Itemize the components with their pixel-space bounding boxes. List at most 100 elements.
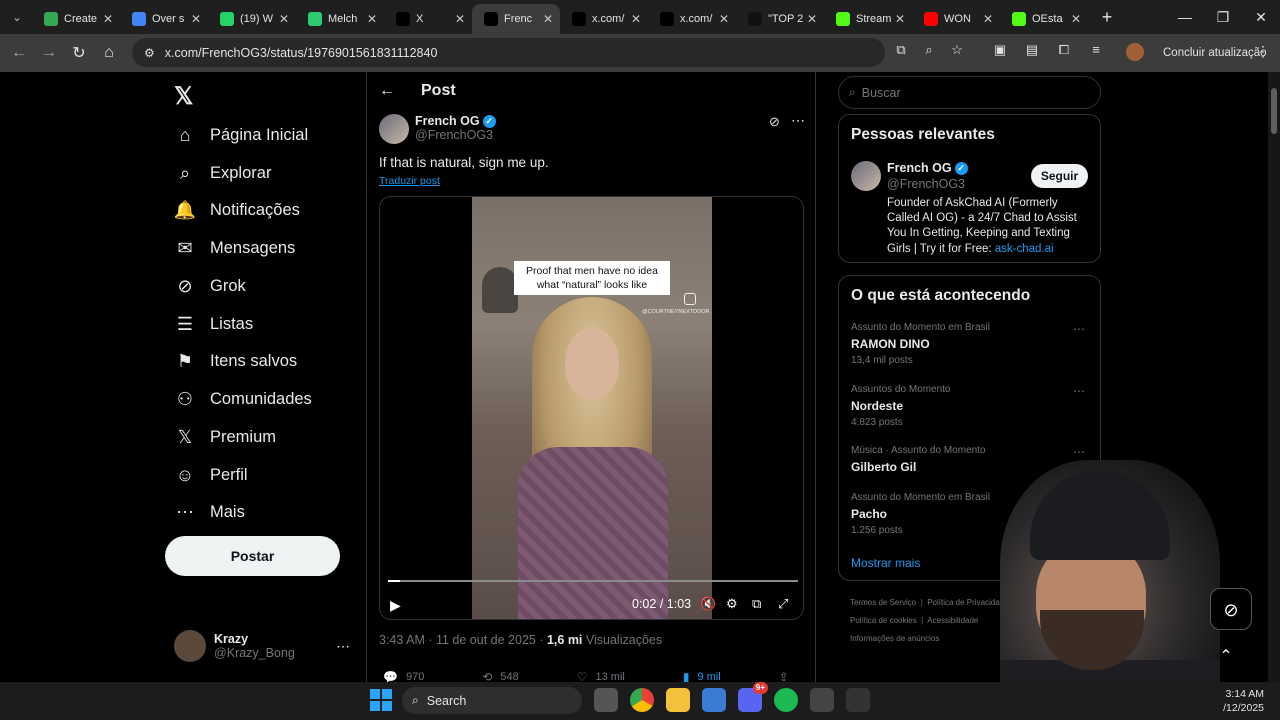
nav-item-itens-salvos[interactable]: ⚑ Itens salvos — [174, 346, 297, 376]
close-tab-icon[interactable]: ✕ — [190, 12, 202, 26]
app-icon[interactable] — [846, 688, 870, 712]
x-logo-icon[interactable]: 𝕏 — [174, 82, 193, 111]
nav-item-mais[interactable]: ⋯ Mais — [174, 497, 245, 527]
author-handle[interactable]: @FrenchOG3 — [415, 128, 496, 142]
play-icon[interactable]: ▶ — [390, 597, 401, 614]
more-options-icon[interactable]: ⋯ — [791, 112, 805, 129]
browser-tab[interactable]: Stream ✕ — [824, 4, 912, 34]
browser-tab[interactable]: Melch ✕ — [296, 4, 384, 34]
browser-tab[interactable]: Frenc ✕ — [472, 4, 560, 34]
zoom-icon[interactable]: ⌕ — [920, 42, 938, 60]
footer-link[interactable]: Acessibilidade — [927, 616, 978, 625]
repost-button[interactable]: ⟲ 548 — [482, 670, 518, 682]
trend-more-icon[interactable]: ⋯ — [1073, 322, 1085, 336]
address-bar[interactable]: ⚙ x.com/FrenchOG3/status/197690156183111… — [132, 38, 885, 67]
reply-button[interactable]: 💬 970 — [383, 670, 424, 682]
author-name[interactable]: French OG — [415, 114, 480, 128]
browser-tab[interactable]: X ✕ — [384, 4, 472, 34]
search-input[interactable] — [861, 85, 1082, 100]
tab-search-dropdown[interactable]: ⌄ — [6, 6, 28, 28]
home-icon[interactable]: ⌂ — [94, 44, 124, 62]
search-box[interactable]: ⌕ — [838, 76, 1101, 109]
forward-icon[interactable]: → — [34, 44, 64, 62]
avatar[interactable] — [379, 114, 409, 144]
account-more-icon[interactable]: ⋯ — [336, 638, 350, 655]
translate-link[interactable]: Traduzir post — [379, 175, 440, 187]
scroll-top-icon[interactable]: ⌃ — [1212, 646, 1240, 674]
media-control-icon[interactable]: ≡ — [1086, 42, 1106, 62]
post-button[interactable]: Postar — [165, 536, 340, 576]
new-tab-button[interactable]: + — [1094, 7, 1120, 28]
nav-item-grok[interactable]: ⊘ Grok — [174, 271, 245, 301]
video-progress-bar[interactable] — [388, 580, 798, 582]
relevant-handle[interactable]: @FrenchOG3 — [887, 177, 965, 191]
video-frame[interactable]: Proof that men have no idea what “natura… — [472, 197, 712, 619]
footer-link[interactable]: Termos de Serviço — [850, 598, 916, 607]
close-window-button[interactable]: ✕ — [1242, 0, 1280, 34]
nav-item-premium[interactable]: 𝕏 Premium — [174, 422, 276, 452]
close-tab-icon[interactable]: ✕ — [718, 12, 730, 26]
browser-menu-icon[interactable]: ⋮ — [1256, 43, 1270, 60]
minimize-button[interactable]: — — [1166, 0, 1204, 34]
nav-item-página-inicial[interactable]: ⌂ Página Inicial — [174, 120, 309, 150]
extension-icon[interactable]: ▤ — [1022, 42, 1042, 62]
footer-link[interactable]: Informações de anúncios — [850, 634, 939, 643]
file-explorer-icon[interactable] — [666, 688, 690, 712]
bookmark-star-icon[interactable]: ☆ — [948, 42, 966, 60]
close-tab-icon[interactable]: ✕ — [806, 12, 818, 26]
close-tab-icon[interactable]: ✕ — [102, 12, 114, 26]
post-time[interactable]: 3:43 AM — [379, 633, 425, 647]
browser-tab[interactable]: x.com/ ✕ — [560, 4, 648, 34]
task-view-icon[interactable] — [594, 688, 618, 712]
browser-tab[interactable]: WON ✕ — [912, 4, 1000, 34]
grok-icon[interactable]: ⊘ — [769, 114, 780, 130]
discord-icon[interactable]: 9+ — [738, 682, 768, 712]
mute-icon[interactable]: 🔇 — [700, 596, 716, 612]
extension-icon[interactable]: ▣ — [990, 42, 1010, 62]
back-icon[interactable]: ← — [4, 44, 34, 62]
post-date[interactable]: 11 de out de 2025 — [436, 633, 536, 647]
account-switcher[interactable]: Krazy @Krazy_Bong — [174, 630, 295, 662]
profile-avatar[interactable] — [1126, 43, 1144, 61]
pip-icon[interactable]: ⧉ — [752, 596, 761, 612]
trend-item[interactable]: Assunto do Momento em Brasil RAMON DINO 13… — [851, 322, 1091, 366]
taskbar-search[interactable]: ⌕ Search — [402, 687, 582, 714]
close-tab-icon[interactable]: ✕ — [630, 12, 642, 26]
bookmark-button[interactable]: ▮ 9 mil — [683, 670, 721, 682]
trend-more-icon[interactable]: ⋯ — [1073, 445, 1085, 459]
nav-item-comunidades[interactable]: ⚇ Comunidades — [174, 384, 312, 414]
close-tab-icon[interactable]: ✕ — [982, 12, 994, 26]
nav-item-perfil[interactable]: ☺ Perfil — [174, 460, 248, 490]
grok-float-button[interactable]: ⊘ — [1210, 588, 1252, 630]
fullscreen-icon[interactable]: ⤢ — [778, 596, 788, 612]
extensions-puzzle-icon[interactable]: ⧠ — [1054, 42, 1074, 62]
share-button[interactable]: ⇪ — [779, 670, 797, 682]
maximize-button[interactable]: ❐ — [1204, 0, 1242, 34]
close-tab-icon[interactable]: ✕ — [454, 12, 466, 26]
windows-start-icon[interactable] — [370, 689, 392, 711]
follow-button[interactable]: Seguir — [1031, 164, 1088, 188]
close-tab-icon[interactable]: ✕ — [542, 12, 554, 26]
browser-tab[interactable]: x.com/ ✕ — [648, 4, 736, 34]
settings-icon[interactable]: ⚙ — [726, 596, 738, 612]
page-scrollbar[interactable] — [1268, 72, 1280, 682]
taskbar-clock[interactable]: 3:14 AM /12/2025 — [1212, 687, 1264, 715]
site-info-icon[interactable]: ⚙ — [144, 46, 155, 60]
spotify-icon[interactable] — [774, 688, 798, 712]
close-tab-icon[interactable]: ✕ — [1070, 12, 1082, 26]
install-app-icon[interactable]: ⧉ — [892, 42, 910, 60]
url-text[interactable]: x.com/FrenchOG3/status/19769015618311128… — [165, 46, 438, 60]
video-player[interactable]: Proof that men have no idea what “natura… — [379, 196, 804, 620]
calculator-icon[interactable] — [810, 688, 834, 712]
trend-item[interactable]: Assuntos do Momento Nordeste 4.823 posts ⋯ — [851, 384, 1091, 428]
nav-item-listas[interactable]: ☰ Listas — [174, 309, 253, 339]
browser-tab[interactable]: "TOP 2 ✕ — [736, 4, 824, 34]
browser-tab[interactable]: OEsta ✕ — [1000, 4, 1088, 34]
browser-tab[interactable]: Over s ✕ — [120, 4, 208, 34]
store-icon[interactable] — [702, 688, 726, 712]
nav-item-mensagens[interactable]: ✉ Mensagens — [174, 233, 295, 263]
browser-tab[interactable]: Create ✕ — [32, 4, 120, 34]
close-tab-icon[interactable]: ✕ — [894, 12, 906, 26]
post-author[interactable]: French OG ✓ @FrenchOG3 — [379, 114, 496, 144]
relevant-name[interactable]: French OG — [887, 161, 952, 175]
